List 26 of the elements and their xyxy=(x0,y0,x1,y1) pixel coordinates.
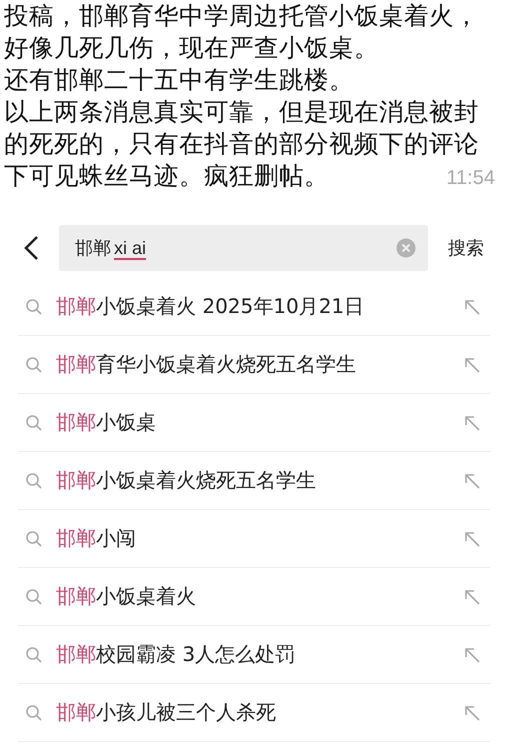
suggestion-text[interactable]: 邯郸育华小饭桌着火烧死五名学生 xyxy=(56,351,462,378)
search-button[interactable]: 搜索 xyxy=(448,236,484,260)
suggestion-text[interactable]: 邯郸小孩儿被三个人杀死 xyxy=(56,699,462,726)
message-line: 下可见蛛丝马迹。疯狂删帖。 xyxy=(4,160,329,192)
suggestion-text[interactable]: 邯郸小饭桌 xyxy=(56,409,462,436)
suggestion-text[interactable]: 邯郸小闯 xyxy=(56,525,462,552)
search-icon xyxy=(25,298,43,316)
search-icon xyxy=(25,530,43,548)
message-line: 以上两条消息真实可靠，但是现在消息被封 xyxy=(4,96,479,128)
search-icon xyxy=(25,646,43,664)
suggestion-text[interactable]: 邯郸小饭桌着火烧死五名学生 xyxy=(56,467,462,494)
message-line: 好像几死几伤，现在严查小饭桌。 xyxy=(4,32,379,64)
search-icon xyxy=(25,588,43,606)
message-line: 还有邯郸二十五中有学生跳楼。 xyxy=(4,64,354,96)
search-icon xyxy=(25,356,43,374)
suggestion-text[interactable]: 邯郸校园霸凌 3人怎么处罚 xyxy=(56,641,462,668)
suggestion-text[interactable]: 邯郸小饭桌着火 xyxy=(56,583,462,610)
search-icon xyxy=(25,414,43,432)
message-line: 的死死的，只有在抖音的部分视频下的评论 xyxy=(4,128,479,160)
search-icon xyxy=(25,704,43,722)
clear-icon[interactable] xyxy=(396,238,416,258)
message-time: 11:54 xyxy=(446,167,495,190)
message-line: 投稿，邯郸育华中学周边托管小饭桌着火， xyxy=(4,0,479,32)
search-field[interactable]: 邯郸 xi ai xyxy=(59,225,428,271)
suggestion-text[interactable]: 邯郸小饭桌着火 2025年10月21日 xyxy=(56,293,462,320)
search-icon xyxy=(25,472,43,490)
